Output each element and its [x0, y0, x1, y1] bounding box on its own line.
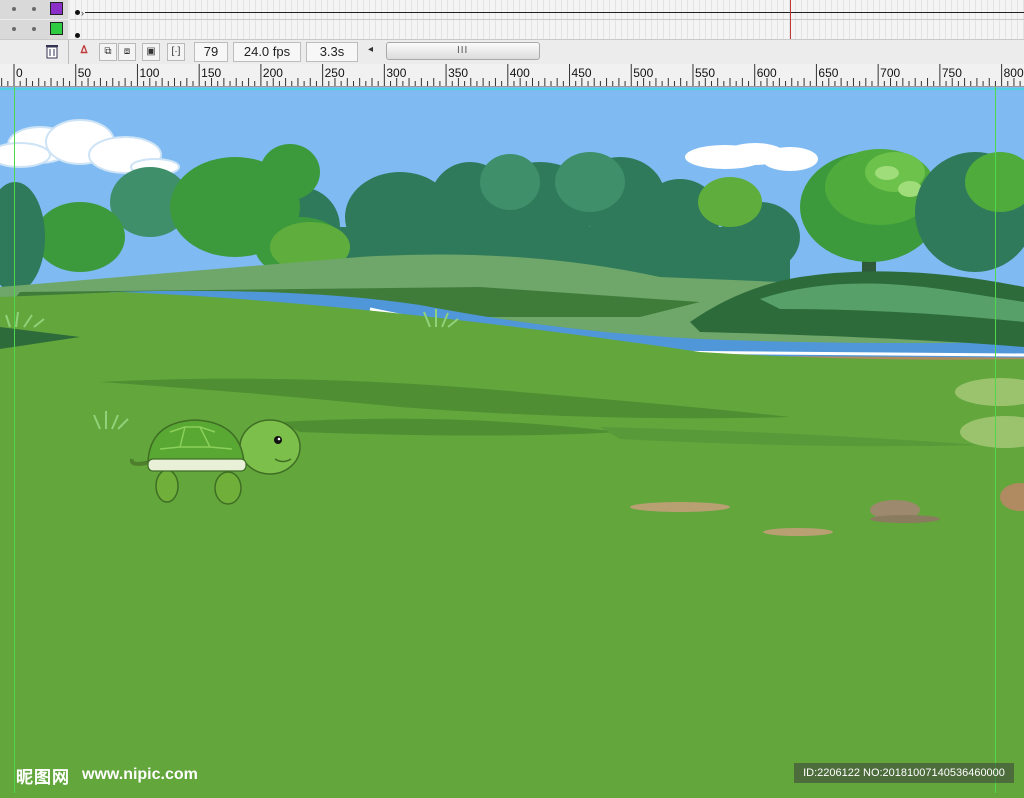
guide-line-left[interactable] — [14, 87, 15, 793]
background-scene — [0, 87, 1024, 793]
ruler-label: 150 — [201, 66, 222, 80]
layer-color-swatch[interactable] — [50, 2, 63, 15]
ruler-label: 600 — [756, 66, 777, 80]
motion-guide-icon[interactable]: ᐃ — [76, 43, 92, 59]
stage-canvas[interactable] — [0, 87, 1024, 793]
ruler-label: 350 — [448, 66, 469, 80]
ruler-label: 200 — [262, 66, 283, 80]
nipic-logo: 昵图网 — [16, 768, 70, 787]
trash-icon[interactable] — [44, 43, 60, 59]
guide-line-right[interactable] — [995, 87, 996, 793]
keyframe[interactable] — [75, 10, 80, 15]
ruler-label: 400 — [509, 66, 530, 80]
edit-multiple-frames-icon[interactable]: ▣ — [142, 43, 160, 61]
visibility-dot[interactable] — [12, 7, 16, 11]
onion-skin-icon[interactable]: ⧉ — [99, 43, 117, 61]
onion-markers-icon[interactable]: [·] — [167, 43, 185, 61]
onion-skin-outline-icon[interactable]: ⧈ — [118, 43, 136, 61]
image-id-badge: ID:2206122 NO:20181007140536460000 — [794, 763, 1014, 783]
ruler-label: 300 — [386, 66, 407, 80]
horizontal-ruler[interactable]: 0 50 100 150 200 250 300 350 400 450 500 550 600 650 7… — [0, 64, 1024, 87]
nipic-url: www.nipic.com — [82, 766, 198, 783]
motion-tween — [85, 12, 1024, 13]
timeline-controls: ᐃ ⧉ ⧈ ▣ [·] 79 24.0 fps 3.3s ◂ III — [0, 39, 1024, 65]
ruler-label: 450 — [571, 66, 592, 80]
frame-track-2[interactable] — [70, 20, 1024, 40]
visibility-dot[interactable] — [12, 27, 16, 31]
lock-dot[interactable] — [32, 7, 36, 11]
scroll-grip-icon: III — [457, 45, 469, 56]
stage-top-guide — [0, 88, 1024, 90]
ruler-label: 650 — [818, 66, 839, 80]
layer-row-2[interactable] — [0, 20, 68, 39]
ruler-label: 100 — [139, 66, 160, 80]
layer-row-1[interactable] — [0, 0, 68, 19]
ruler-label: 0 — [16, 66, 23, 80]
timeline-panel: › ᐃ ⧉ ⧈ ▣ [·] 79 24.0 fps 3.3s ◂ III — [0, 0, 1024, 65]
ruler-label: 750 — [941, 66, 962, 80]
current-frame-field[interactable]: 79 — [194, 42, 228, 62]
divider — [68, 40, 69, 64]
lock-dot[interactable] — [32, 27, 36, 31]
ruler-label: 250 — [324, 66, 345, 80]
ruler-label: 50 — [77, 66, 92, 80]
frame-rate-field[interactable]: 24.0 fps — [233, 42, 301, 62]
scroll-left-icon[interactable]: ◂ — [368, 44, 373, 55]
ruler-label: 550 — [694, 66, 715, 80]
tween-arrow-icon: › — [81, 8, 84, 18]
frame-track-1[interactable]: › — [70, 0, 1024, 20]
elapsed-time-field: 3.3s — [306, 42, 358, 62]
horizontal-scrollbar[interactable]: III — [386, 42, 540, 60]
ruler-label: 800 — [1003, 66, 1024, 80]
ruler-label: 500 — [633, 66, 654, 80]
layer-color-swatch[interactable] — [50, 22, 63, 35]
playhead[interactable] — [790, 0, 791, 40]
ruler-label: 700 — [880, 66, 901, 80]
keyframe[interactable] — [75, 33, 80, 38]
